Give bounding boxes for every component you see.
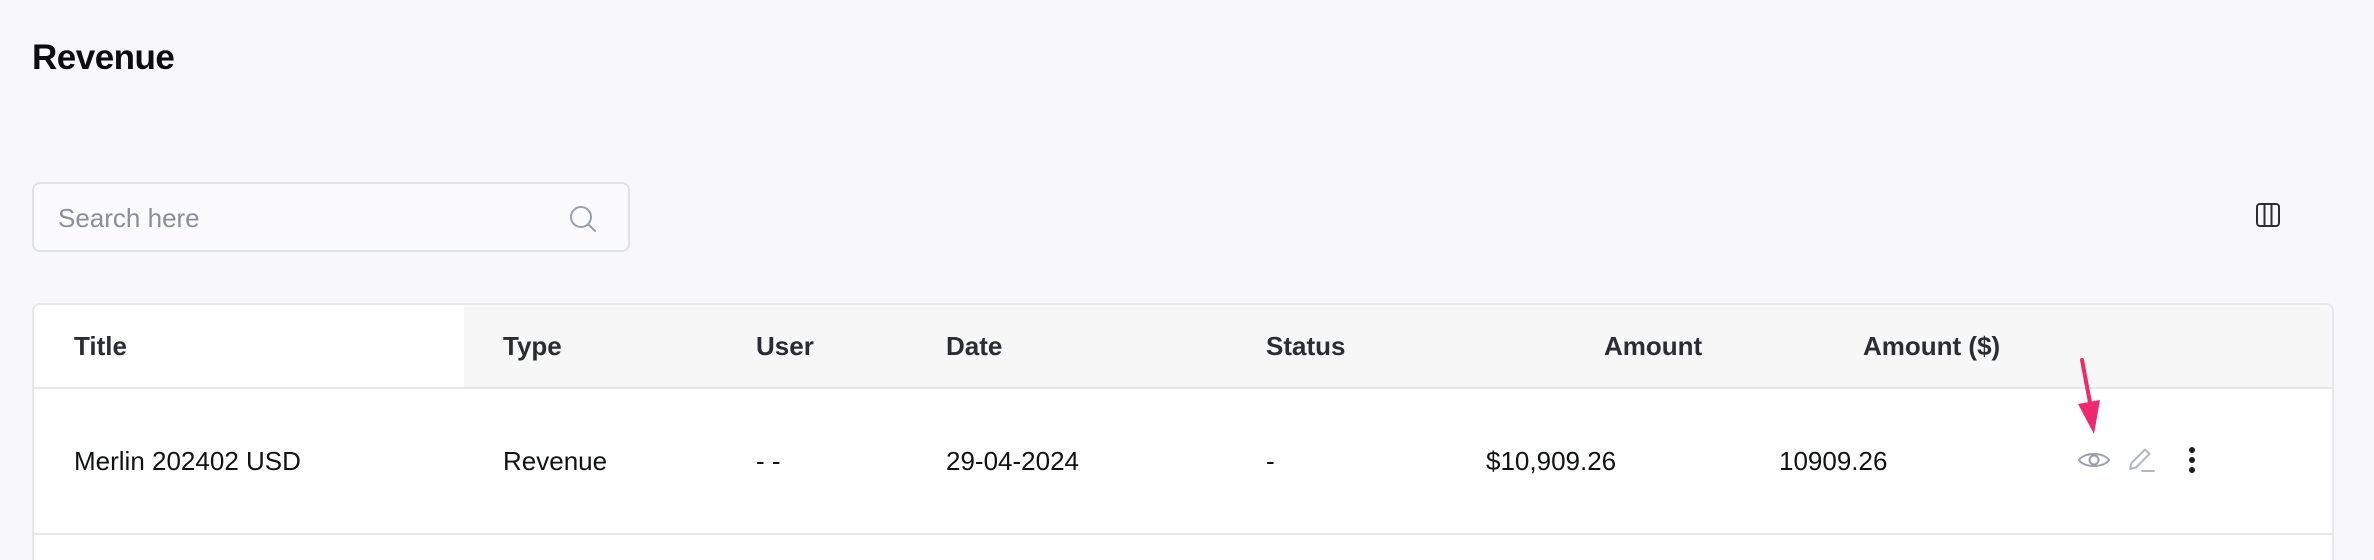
more-vertical-icon <box>2189 447 2195 473</box>
search-icon <box>570 206 596 232</box>
column-header-amount[interactable]: Amount <box>1604 305 1702 387</box>
cell-type: Revenue <box>503 446 608 476</box>
cell-status: - <box>1266 446 1275 476</box>
pointer-arrow-annotation <box>2078 358 2100 434</box>
column-header-status[interactable]: Status <box>1266 305 1345 387</box>
eye-icon <box>2077 453 2111 467</box>
columns-icon <box>2256 203 2280 227</box>
column-header-title[interactable]: Title <box>74 305 127 387</box>
view-button[interactable] <box>2076 442 2112 478</box>
revenue-page: Revenue Title Type User Date Status Amou… <box>0 0 2374 560</box>
search-input[interactable] <box>56 184 560 252</box>
column-header-user[interactable]: User <box>756 305 814 387</box>
search-field[interactable] <box>32 182 630 252</box>
column-header-amount-usd[interactable]: Amount ($) <box>1863 305 2000 387</box>
cell-amount: $10,909.26 <box>1486 446 1617 476</box>
revenue-table: Title Type User Date Status Amount Amoun… <box>32 303 2334 560</box>
cell-date: 29-04-2024 <box>946 446 1079 476</box>
edit-button[interactable] <box>2124 442 2160 478</box>
pencil-icon <box>2129 448 2155 472</box>
column-header-date[interactable]: Date <box>946 305 1002 387</box>
more-options-button[interactable] <box>2174 442 2210 478</box>
table-row[interactable]: Merlin 202402 USD Revenue - - 29-04-2024… <box>34 389 2332 535</box>
column-header-type[interactable]: Type <box>503 305 562 387</box>
page-title: Revenue <box>32 38 175 77</box>
cell-amount-usd: 10909.26 <box>1779 446 1888 476</box>
cell-user: - - <box>756 446 781 476</box>
cell-title: Merlin 202402 USD <box>74 446 301 476</box>
columns-toggle-button[interactable] <box>2250 198 2286 232</box>
table-header: Title Type User Date Status Amount Amoun… <box>34 305 2332 389</box>
